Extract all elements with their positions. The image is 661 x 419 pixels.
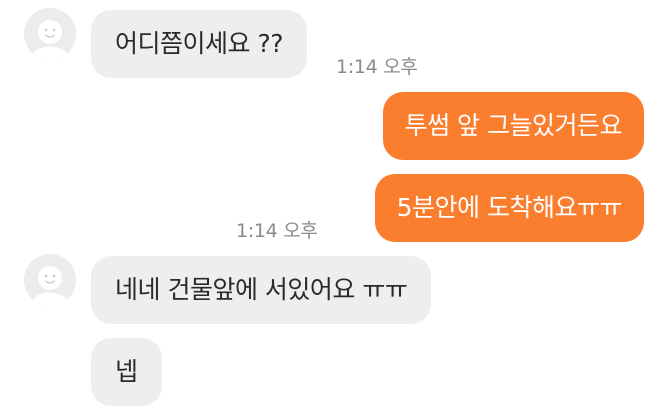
- avatar-icon[interactable]: [24, 254, 76, 306]
- message-bubble-outgoing[interactable]: 투썸 앞 그늘있거든요: [382, 92, 644, 160]
- message-timestamp: 1:14 오후: [336, 56, 418, 78]
- avatar-icon[interactable]: [24, 8, 76, 60]
- smiley-avatar-graphic: [24, 8, 76, 60]
- message-timestamp: 1:14 오후: [236, 220, 318, 242]
- message-bubble-incoming[interactable]: 넵: [91, 338, 162, 406]
- message-bubble-incoming[interactable]: 네네 건물앞에 서있어요 ㅠㅠ: [91, 256, 432, 324]
- message-bubble-outgoing[interactable]: 5분안에 도착해요ㅠㅠ: [374, 174, 644, 242]
- smiley-avatar-graphic: [24, 254, 76, 306]
- message-bubble-incoming[interactable]: 어디쯤이세요 ??: [91, 10, 307, 78]
